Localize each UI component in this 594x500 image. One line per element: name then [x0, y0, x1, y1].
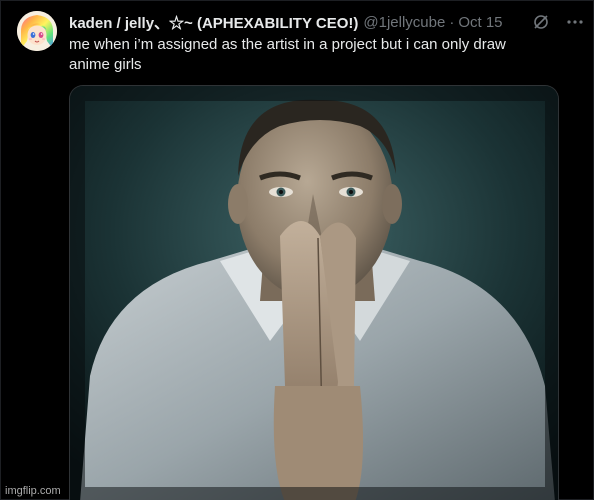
tweet-media[interactable]	[69, 85, 559, 500]
avatar[interactable]	[17, 11, 57, 51]
author-handle[interactable]: @1jellycube	[363, 14, 445, 31]
tweet-text: me when i’m assigned as the artist in a …	[69, 36, 506, 73]
author-name[interactable]: kaden / jelly、☆~ (APHEXABILITY CEO!)	[69, 12, 358, 32]
tweet-date[interactable]: Oct 15	[458, 14, 502, 31]
grok-icon[interactable]	[531, 12, 551, 32]
anime-avatar-icon	[17, 11, 57, 51]
separator-dot: ·	[449, 13, 455, 31]
man-praying-hands-photo	[70, 86, 558, 500]
imgflip-watermark: imgflip.com	[5, 485, 61, 497]
header-actions	[531, 12, 585, 32]
tweet-header: kaden / jelly、☆~ (APHEXABILITY CEO!) @1j…	[69, 12, 533, 32]
tweet-card[interactable]: kaden / jelly、☆~ (APHEXABILITY CEO!) @1j…	[0, 0, 594, 500]
more-options-icon[interactable]	[565, 12, 585, 32]
